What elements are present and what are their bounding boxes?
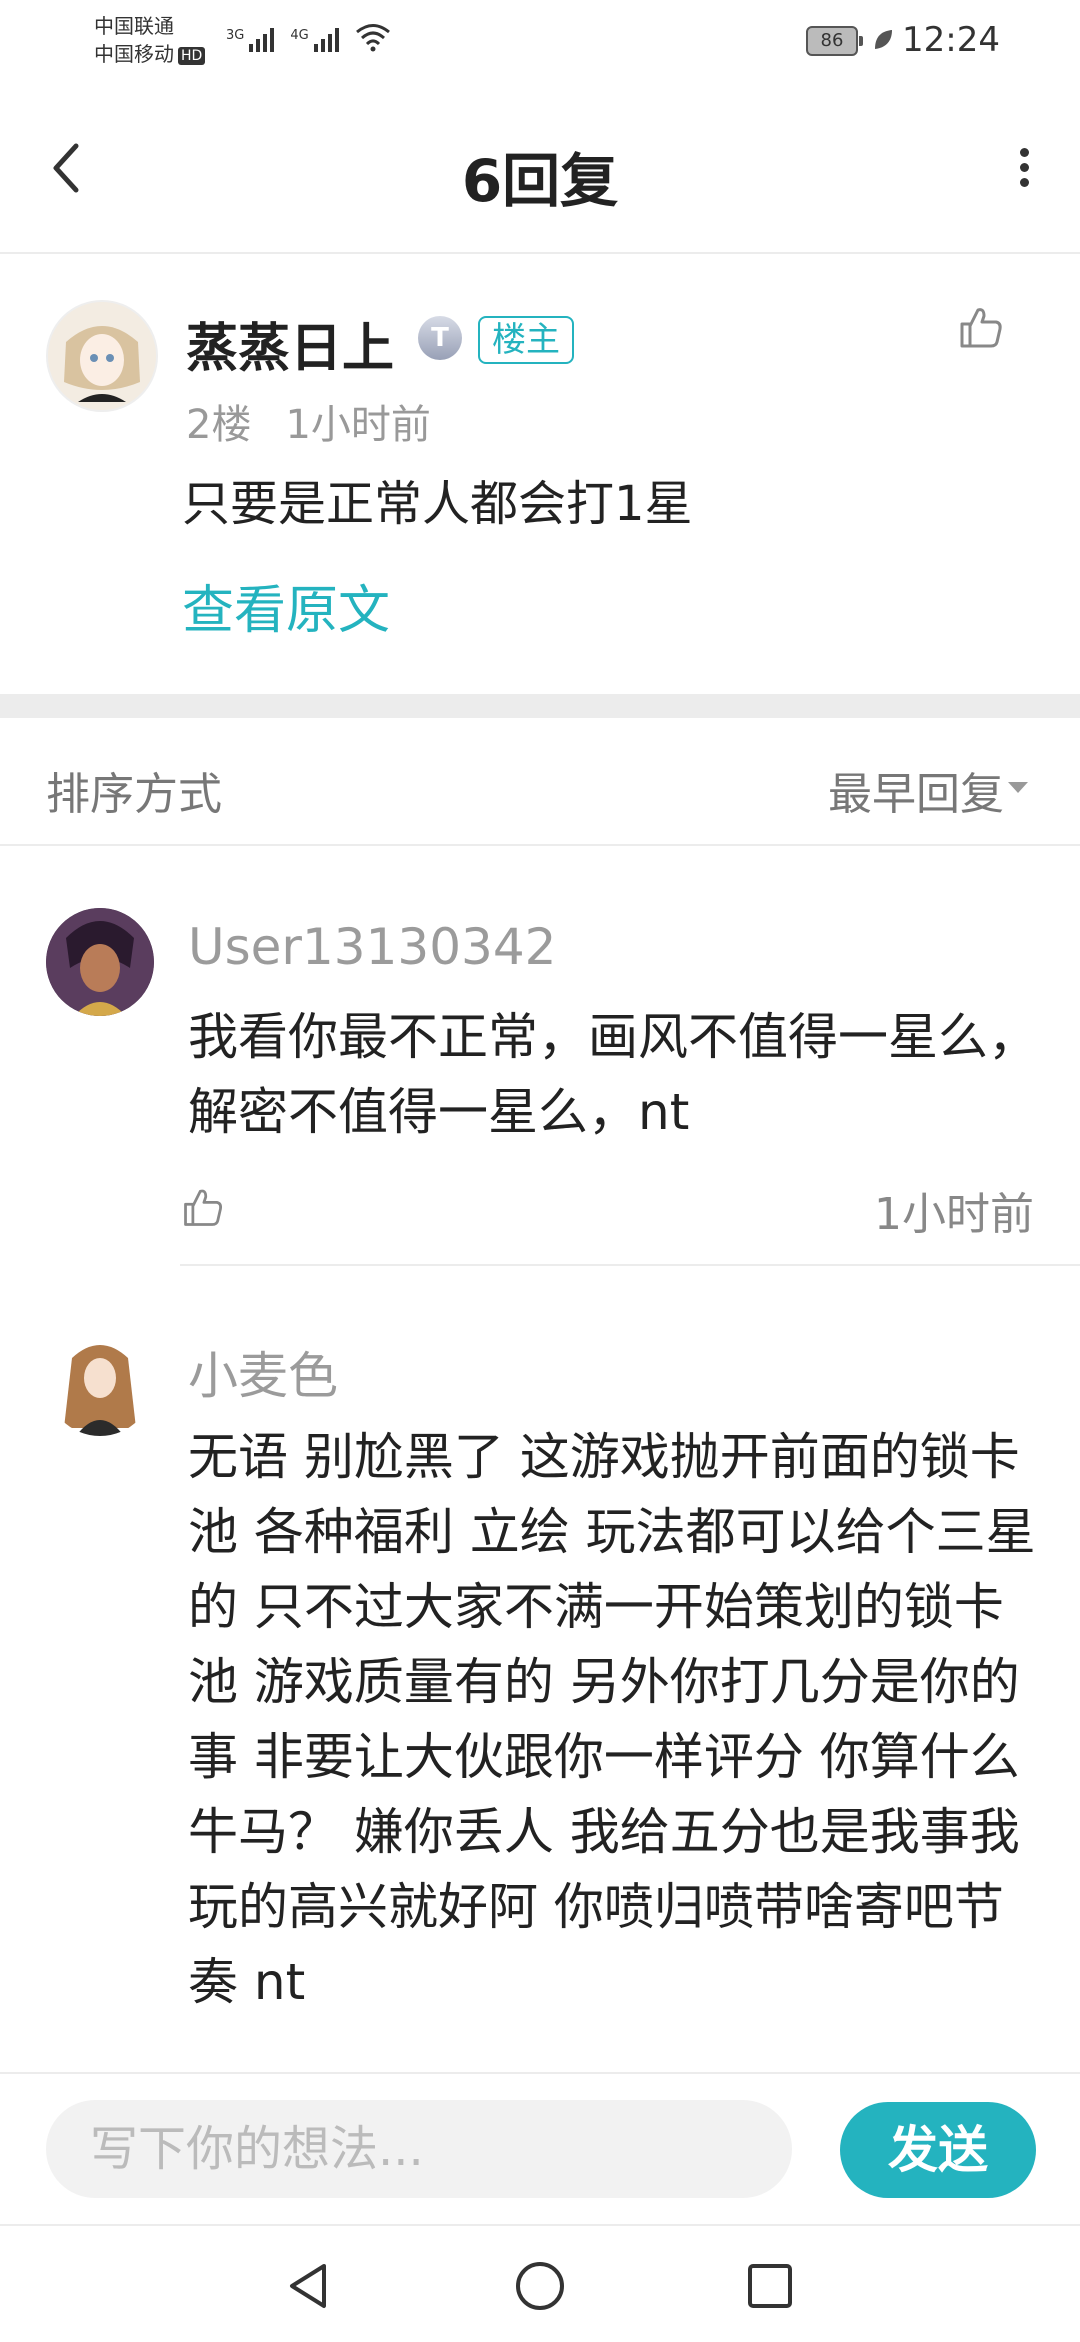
carrier-info: 中国联通 中国移动 HD: [94, 12, 206, 68]
user-level-badge: T: [418, 316, 462, 360]
reply-avatar[interactable]: [46, 1328, 154, 1436]
comment-input[interactable]: 写下你的想法...: [46, 2100, 792, 2198]
carrier-1: 中国联通: [94, 14, 174, 38]
reply-author-name[interactable]: 小麦色: [188, 1336, 338, 1408]
hd-badge: HD: [178, 46, 206, 65]
sort-label: 排序方式: [46, 769, 222, 820]
reply-author-name[interactable]: User13130342: [188, 918, 556, 976]
power-saving-leaf-icon: [875, 30, 892, 49]
post-meta: 2楼 1小时前: [186, 392, 465, 450]
thumbs-up-icon[interactable]: [180, 1184, 226, 1230]
signal-4g-icon: 4G: [290, 28, 339, 52]
reply-content: 无语 别尬黑了 这游戏抛开前面的锁卡池 各种福利 立绘 玩法都可以给个三星的 只…: [188, 1428, 1036, 2011]
system-nav-bar: [0, 2224, 1080, 2342]
post-author-name[interactable]: 蒸蒸日上: [186, 306, 394, 381]
post-time: 1小时前: [285, 402, 431, 448]
comment-composer: 写下你的想法... 发送: [0, 2072, 1080, 2226]
post-author-avatar[interactable]: [46, 300, 158, 412]
reply-avatar[interactable]: [46, 908, 154, 1016]
dropdown-caret-icon[interactable]: [1008, 782, 1028, 793]
battery-icon: 86: [806, 26, 863, 56]
signal-3g-icon: 3G: [226, 28, 275, 52]
nav-recents-icon[interactable]: [742, 2258, 798, 2314]
post-floor: 2楼: [186, 402, 252, 448]
sort-row: 排序方式 最早回复: [0, 718, 1080, 846]
post-content: 只要是正常人都会打1星: [182, 476, 693, 532]
sort-dropdown[interactable]: 最早回复: [828, 758, 1004, 822]
view-original-link[interactable]: 查看原文: [182, 568, 390, 643]
carrier-2: 中国移动: [94, 42, 174, 66]
more-options-icon[interactable]: [1004, 142, 1044, 194]
thread-owner-tag: 楼主: [478, 316, 574, 364]
reply-content: 我看你最不正常，画风不值得一星么，解密不值得一星么，nt: [188, 1008, 1038, 1141]
signal-indicators: 3G 4G: [226, 22, 391, 52]
top-app-bar: 6回复: [0, 84, 1080, 254]
section-divider: [0, 694, 1080, 718]
nav-home-icon[interactable]: [512, 2258, 568, 2314]
wifi-icon: [355, 24, 390, 52]
send-button[interactable]: 发送: [840, 2102, 1036, 2198]
nav-back-icon[interactable]: [280, 2258, 336, 2314]
reply-divider: [180, 1264, 1080, 1266]
reply-time: 1小时前: [874, 1189, 1034, 1240]
page-title: 6回复: [461, 147, 619, 215]
clock: 12:24: [902, 20, 1000, 60]
status-bar: 中国联通 中国移动 HD 3G 4G 86 12:24: [0, 0, 1080, 84]
thumbs-up-icon[interactable]: [956, 302, 1006, 352]
